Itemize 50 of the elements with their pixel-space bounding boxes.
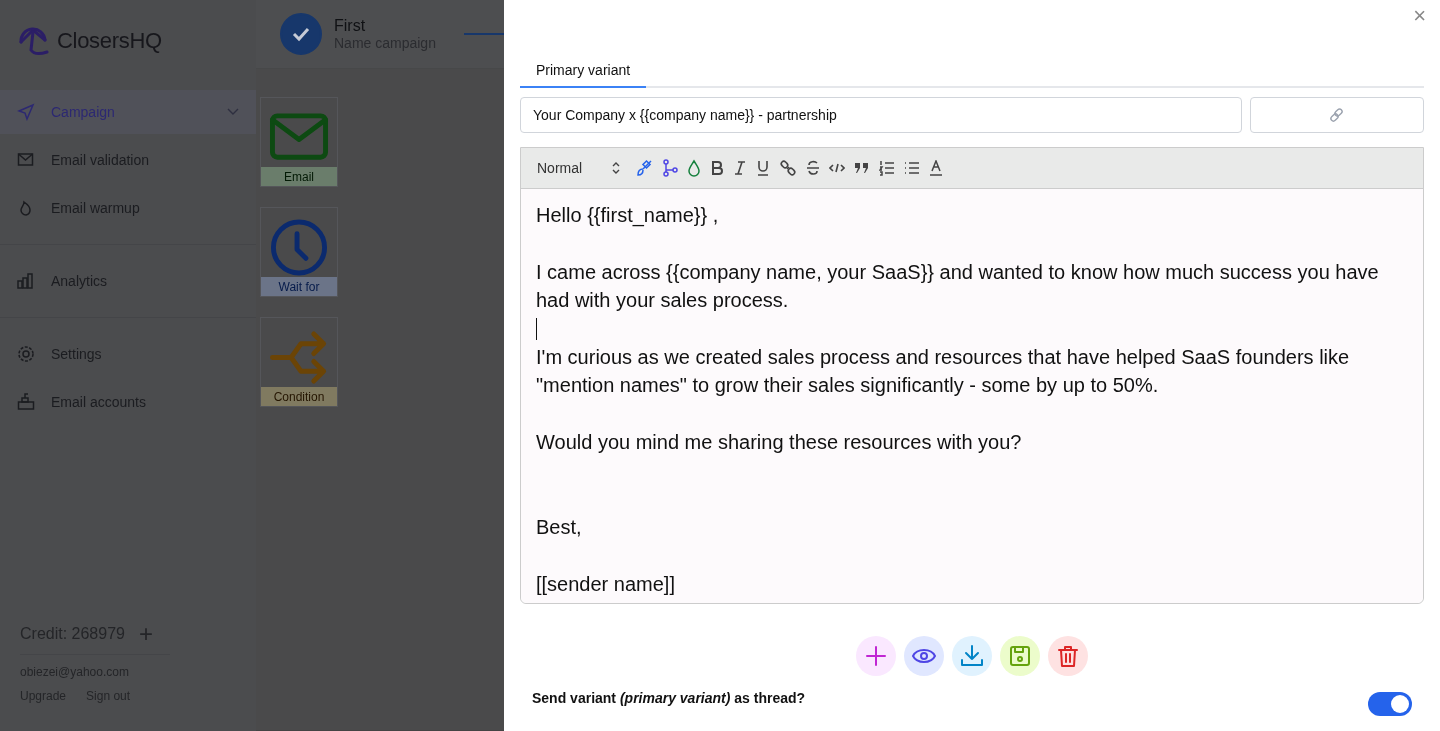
underline-icon[interactable] <box>756 159 771 177</box>
email-body-text: [[sender name]] <box>536 572 676 598</box>
variant-tab[interactable]: Primary variant <box>520 56 647 88</box>
workflow-node[interactable]: Email <box>260 97 338 187</box>
chevron-down-icon <box>227 108 239 116</box>
bar-chart-icon <box>17 272 35 290</box>
format-select[interactable]: Normal <box>533 160 625 176</box>
send-icon <box>17 103 35 121</box>
node-label: Wait for <box>261 277 337 296</box>
node-label: Email <box>261 167 337 186</box>
italic-icon[interactable] <box>733 160 748 176</box>
logo-icon <box>17 26 51 56</box>
download-icon <box>960 643 984 668</box>
branch-icon[interactable] <box>662 159 679 177</box>
ordered-list-icon[interactable] <box>879 160 896 176</box>
delete-button[interactable] <box>1048 635 1088 676</box>
close-button[interactable]: × <box>1407 2 1432 30</box>
quote-icon[interactable] <box>854 161 871 175</box>
email-body-text: Would you mind me sharing these resources with you? <box>536 430 1023 456</box>
text-color-icon[interactable] <box>929 160 944 176</box>
brush-icon[interactable] <box>635 159 654 177</box>
node-label: Condition <box>261 387 337 406</box>
email-body-text: Best, <box>536 515 583 541</box>
email-body-text: I came across {{company name, your SaaS}} and wanted to know how much success you have had with your sales process. <box>536 259 1380 314</box>
strikethrough-icon[interactable] <box>806 160 821 176</box>
link-icon[interactable] <box>779 159 798 177</box>
trash-icon <box>1056 643 1080 668</box>
step-title: First <box>334 17 367 35</box>
thread-question: Send variant (primary variant) as thread? <box>532 689 806 706</box>
text-cursor <box>536 317 537 340</box>
preview-button[interactable] <box>904 635 944 676</box>
plus-icon <box>864 643 888 668</box>
link-icon <box>1329 107 1345 123</box>
workflow-node[interactable]: Wait for <box>260 207 338 297</box>
up-down-caret-icon <box>612 162 621 174</box>
subject-field[interactable]: Your Company x {{company name}} - partnership <box>520 97 1242 133</box>
workflow-node[interactable]: Condition <box>260 317 338 407</box>
clock-icon <box>269 218 329 277</box>
bold-icon[interactable] <box>710 160 725 176</box>
thread-toggle[interactable] <box>1368 691 1412 716</box>
email-body-text: I'm curious as we created sales process and resources that have helped SaaS founders like "mention names" to grow their sales significantly - some by up to 50%. <box>536 345 1351 399</box>
droplet-icon[interactable] <box>687 159 702 177</box>
add-credit-button[interactable]: + <box>138 624 153 644</box>
download-button[interactable] <box>952 635 992 676</box>
code-icon[interactable] <box>829 161 846 175</box>
save-button[interactable] <box>1000 635 1040 676</box>
bullet-list-icon[interactable] <box>904 160 921 176</box>
split-arrows-icon <box>269 328 329 387</box>
email-body-text: Hello {{first_name}} , <box>536 203 720 229</box>
add-button[interactable] <box>856 635 896 676</box>
